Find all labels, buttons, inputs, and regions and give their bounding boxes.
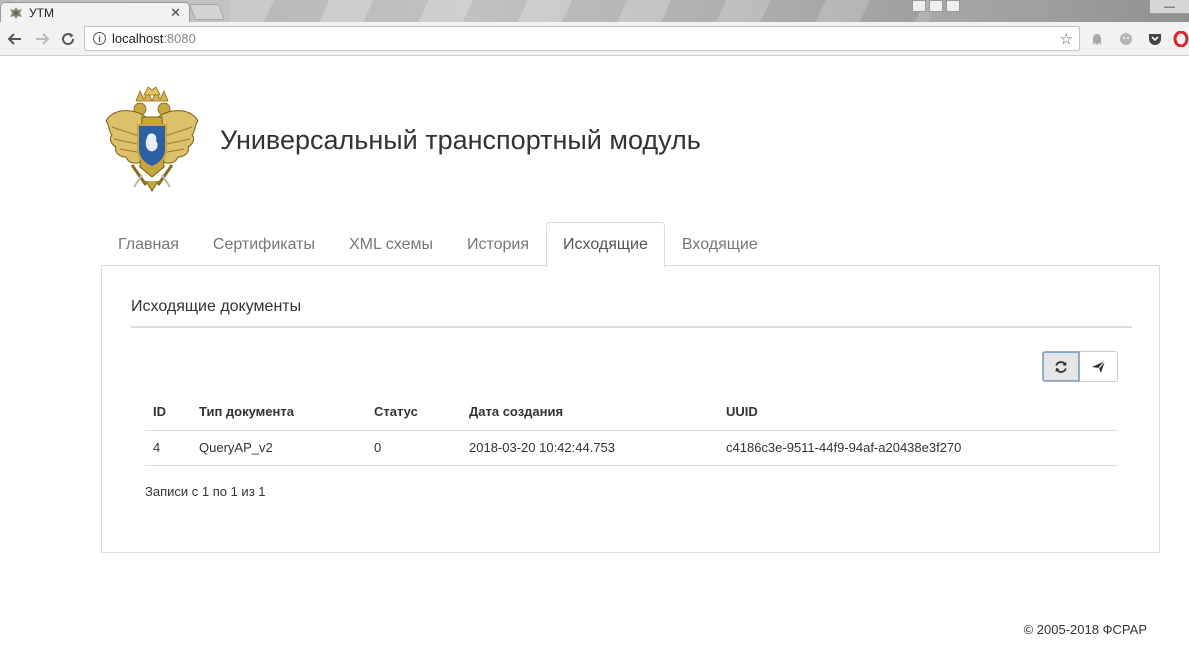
reload-icon[interactable] [57,28,79,50]
browser-tab-title: УТМ [29,5,54,20]
url-port: :8080 [163,31,196,46]
tab-incoming[interactable]: Входящие [665,222,775,266]
double-headed-eagle-emblem-icon [105,87,199,192]
send-button[interactable] [1080,351,1118,382]
cell-doc-type: QueryAP_v2 [191,430,366,466]
url-host: localhost [112,31,164,46]
bookmark-star-icon[interactable]: ☆ [1060,30,1073,48]
browser-tabstrip: УТМ ✕ — [0,0,1189,22]
column-header-created-date[interactable]: Дата создания [461,393,718,431]
info-icon[interactable]: i [93,32,106,45]
close-tab-icon[interactable]: ✕ [170,5,181,21]
minimize-window-button[interactable]: — [1149,0,1189,14]
column-header-id[interactable]: ID [145,393,191,431]
pocket-icon[interactable] [1146,30,1164,48]
tab-outgoing[interactable]: Исходящие [546,222,665,267]
heading-divider [131,326,1132,328]
footer-copyright: © 2005-2018 ФСРАР [1023,622,1147,637]
table-header-row: ID Тип документа Статус Дата создания UU… [145,393,1117,431]
tab-history[interactable]: История [450,222,546,266]
panel-heading: Исходящие документы [131,298,302,315]
table-records-info: Записи с 1 по 1 из 1 [145,484,266,499]
opera-icon[interactable] [1172,30,1189,48]
refresh-button[interactable] [1042,351,1080,382]
expand-icon[interactable] [929,0,943,12]
tab-xml-schemas[interactable]: XML схемы [332,222,450,266]
tab-certificates[interactable]: Сертификаты [196,222,332,266]
extension-ghost-icon[interactable] [1088,30,1106,48]
tab-home[interactable]: Главная [101,222,196,266]
cell-uuid: c4186c3e-9511-44f9-94af-a20438e3f270 [718,430,1117,466]
cell-created-date: 2018-03-20 10:42:44.753 [461,430,718,466]
table-row[interactable]: 4 QueryAP_v2 0 2018-03-20 10:42:44.753 c… [145,430,1117,466]
table-toolbar [1042,351,1118,382]
refresh-icon [1055,360,1067,373]
chevron-down-icon[interactable] [946,0,960,12]
column-header-uuid[interactable]: UUID [718,393,1117,431]
main-nav-tabs: Главная Сертификаты XML схемы История Ис… [101,222,775,267]
window-tray [912,0,962,12]
emblem-favicon-icon [10,6,22,19]
extension-face-icon[interactable] [1117,30,1135,48]
page-title: Универсальный транспортный модуль [220,124,701,155]
column-header-status[interactable]: Статус [366,393,461,431]
cell-id: 4 [145,430,191,466]
cell-status: 0 [366,430,461,466]
documents-table: ID Тип документа Статус Дата создания UU… [145,393,1117,466]
new-tab-button[interactable] [189,4,225,20]
address-bar[interactable]: i localhost:8080 ☆ [84,26,1080,51]
outgoing-documents-panel: Исходящие документы ID Тип документа Ста… [101,265,1160,553]
page-header: Универсальный транспортный модуль [102,86,701,194]
send-icon [1092,360,1106,373]
browser-tab[interactable]: УТМ ✕ [0,2,190,22]
back-arrow-icon[interactable] [4,28,26,50]
grid-icon[interactable] [912,0,926,12]
browser-toolbar: i localhost:8080 ☆ [0,22,1189,56]
column-header-doc-type[interactable]: Тип документа [191,393,366,431]
forward-arrow-icon[interactable] [31,28,53,50]
